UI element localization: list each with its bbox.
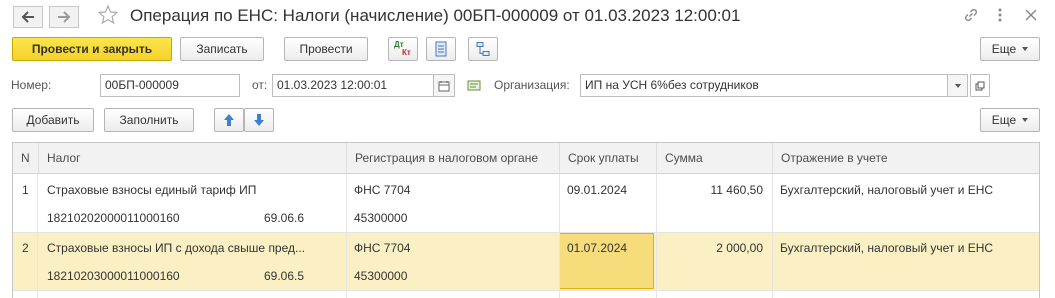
table-row[interactable]: 1 Страховые взносы единый тариф ИП 18210… (13, 175, 1039, 233)
reflection[interactable]: Бухгалтерский, налоговый учет и ЕНС (780, 182, 993, 198)
tax-name[interactable]: Страховые взносы ИП с дохода свыше пред.… (47, 240, 305, 256)
hierarchy-icon (476, 42, 490, 56)
report-button[interactable] (426, 37, 456, 61)
organization-open-button[interactable] (970, 74, 990, 97)
tax-kbk[interactable]: 18210202000011000160 (47, 210, 180, 226)
tax-registration[interactable]: ФНС 7704 (354, 240, 410, 256)
col-header-n[interactable]: N (13, 143, 37, 174)
table-row-selected[interactable]: 2 Страховые взносы ИП с дохода свыше пре… (13, 233, 1039, 291)
tax-account[interactable]: 69.06.5 (264, 268, 304, 284)
date-label: от: (252, 78, 268, 92)
table-header: N Налог Регистрация в налоговом органе С… (13, 143, 1039, 174)
add-row-button[interactable]: Добавить (12, 108, 94, 132)
date-field[interactable]: 01.03.2023 12:00:01 (272, 74, 434, 97)
organization-dropdown-button[interactable] (947, 74, 968, 97)
row-number: 1 (22, 183, 29, 197)
page-title: Операция по ЕНС: Налоги (начисление) 00Б… (130, 6, 741, 25)
column-divider (772, 174, 773, 298)
forward-button[interactable] (49, 6, 79, 28)
col-header-due-date[interactable]: Срок уплаты (559, 143, 656, 174)
dt-kt-icon: Дт Кт (394, 40, 411, 57)
number-label: Номер: (11, 78, 52, 92)
amount[interactable]: 11 460,50 (711, 182, 764, 198)
more-menu-button[interactable]: Еще (980, 37, 1040, 61)
column-divider (559, 174, 560, 298)
move-up-button[interactable] (214, 108, 244, 132)
column-divider (346, 174, 347, 298)
post-button[interactable]: Провести (284, 37, 368, 61)
col-header-amount[interactable]: Сумма (656, 143, 772, 174)
favorite-star-icon[interactable] (97, 4, 119, 29)
due-date[interactable]: 09.01.2024 (567, 182, 627, 198)
more-vertical-icon[interactable] (994, 6, 1006, 27)
tax-oktmo[interactable]: 45300000 (354, 210, 407, 226)
arrow-down-icon (254, 114, 264, 126)
arrow-up-icon (224, 114, 234, 126)
column-divider (656, 174, 657, 298)
link-icon[interactable] (962, 6, 980, 27)
row-number: 2 (22, 241, 29, 255)
tax-kbk[interactable]: 18210203000011000160 (47, 268, 180, 284)
chevron-down-icon (1022, 118, 1029, 122)
taxes-table: N Налог Регистрация в налоговом органе С… (12, 142, 1040, 298)
tax-account[interactable]: 69.06.6 (264, 210, 304, 226)
tax-name[interactable]: Страховые взносы единый тариф ИП (47, 182, 256, 198)
column-divider (37, 174, 38, 298)
structure-button[interactable] (468, 37, 498, 61)
table-more-menu-button[interactable]: Еще (980, 108, 1040, 132)
col-header-tax[interactable]: Налог (38, 143, 346, 174)
organization-icon (467, 78, 483, 95)
amount[interactable]: 2 000,00 (716, 240, 763, 256)
post-and-close-button[interactable]: Провести и закрыть (12, 37, 172, 61)
number-field[interactable]: 00БП-000009 (100, 74, 240, 97)
close-icon[interactable] (1023, 6, 1039, 27)
move-down-button[interactable] (244, 108, 274, 132)
calendar-button[interactable] (433, 74, 455, 97)
tax-oktmo[interactable]: 45300000 (354, 268, 407, 284)
chevron-down-icon (954, 83, 961, 88)
fill-button[interactable]: Заполнить (104, 108, 194, 132)
col-header-registration[interactable]: Регистрация в налоговом органе (346, 143, 559, 174)
dt-kt-button[interactable]: Дт Кт (388, 37, 418, 61)
organization-field[interactable]: ИП на УСН 6%без сотрудников (580, 74, 948, 97)
save-button[interactable]: Записать (180, 37, 264, 61)
arrow-left-icon (21, 11, 34, 23)
reflection[interactable]: Бухгалтерский, налоговый учет и ЕНС (780, 240, 993, 256)
back-button[interactable] (13, 6, 43, 28)
calendar-icon (438, 80, 450, 91)
organization-label: Организация: (494, 78, 570, 92)
arrow-right-icon (58, 11, 71, 23)
open-window-icon (975, 81, 985, 90)
tax-registration[interactable]: ФНС 7704 (354, 182, 410, 198)
document-list-icon (435, 41, 447, 57)
col-header-reflection[interactable]: Отражение в учете (772, 143, 1039, 174)
chevron-down-icon (1022, 47, 1029, 51)
due-date[interactable]: 01.07.2024 (567, 240, 627, 256)
